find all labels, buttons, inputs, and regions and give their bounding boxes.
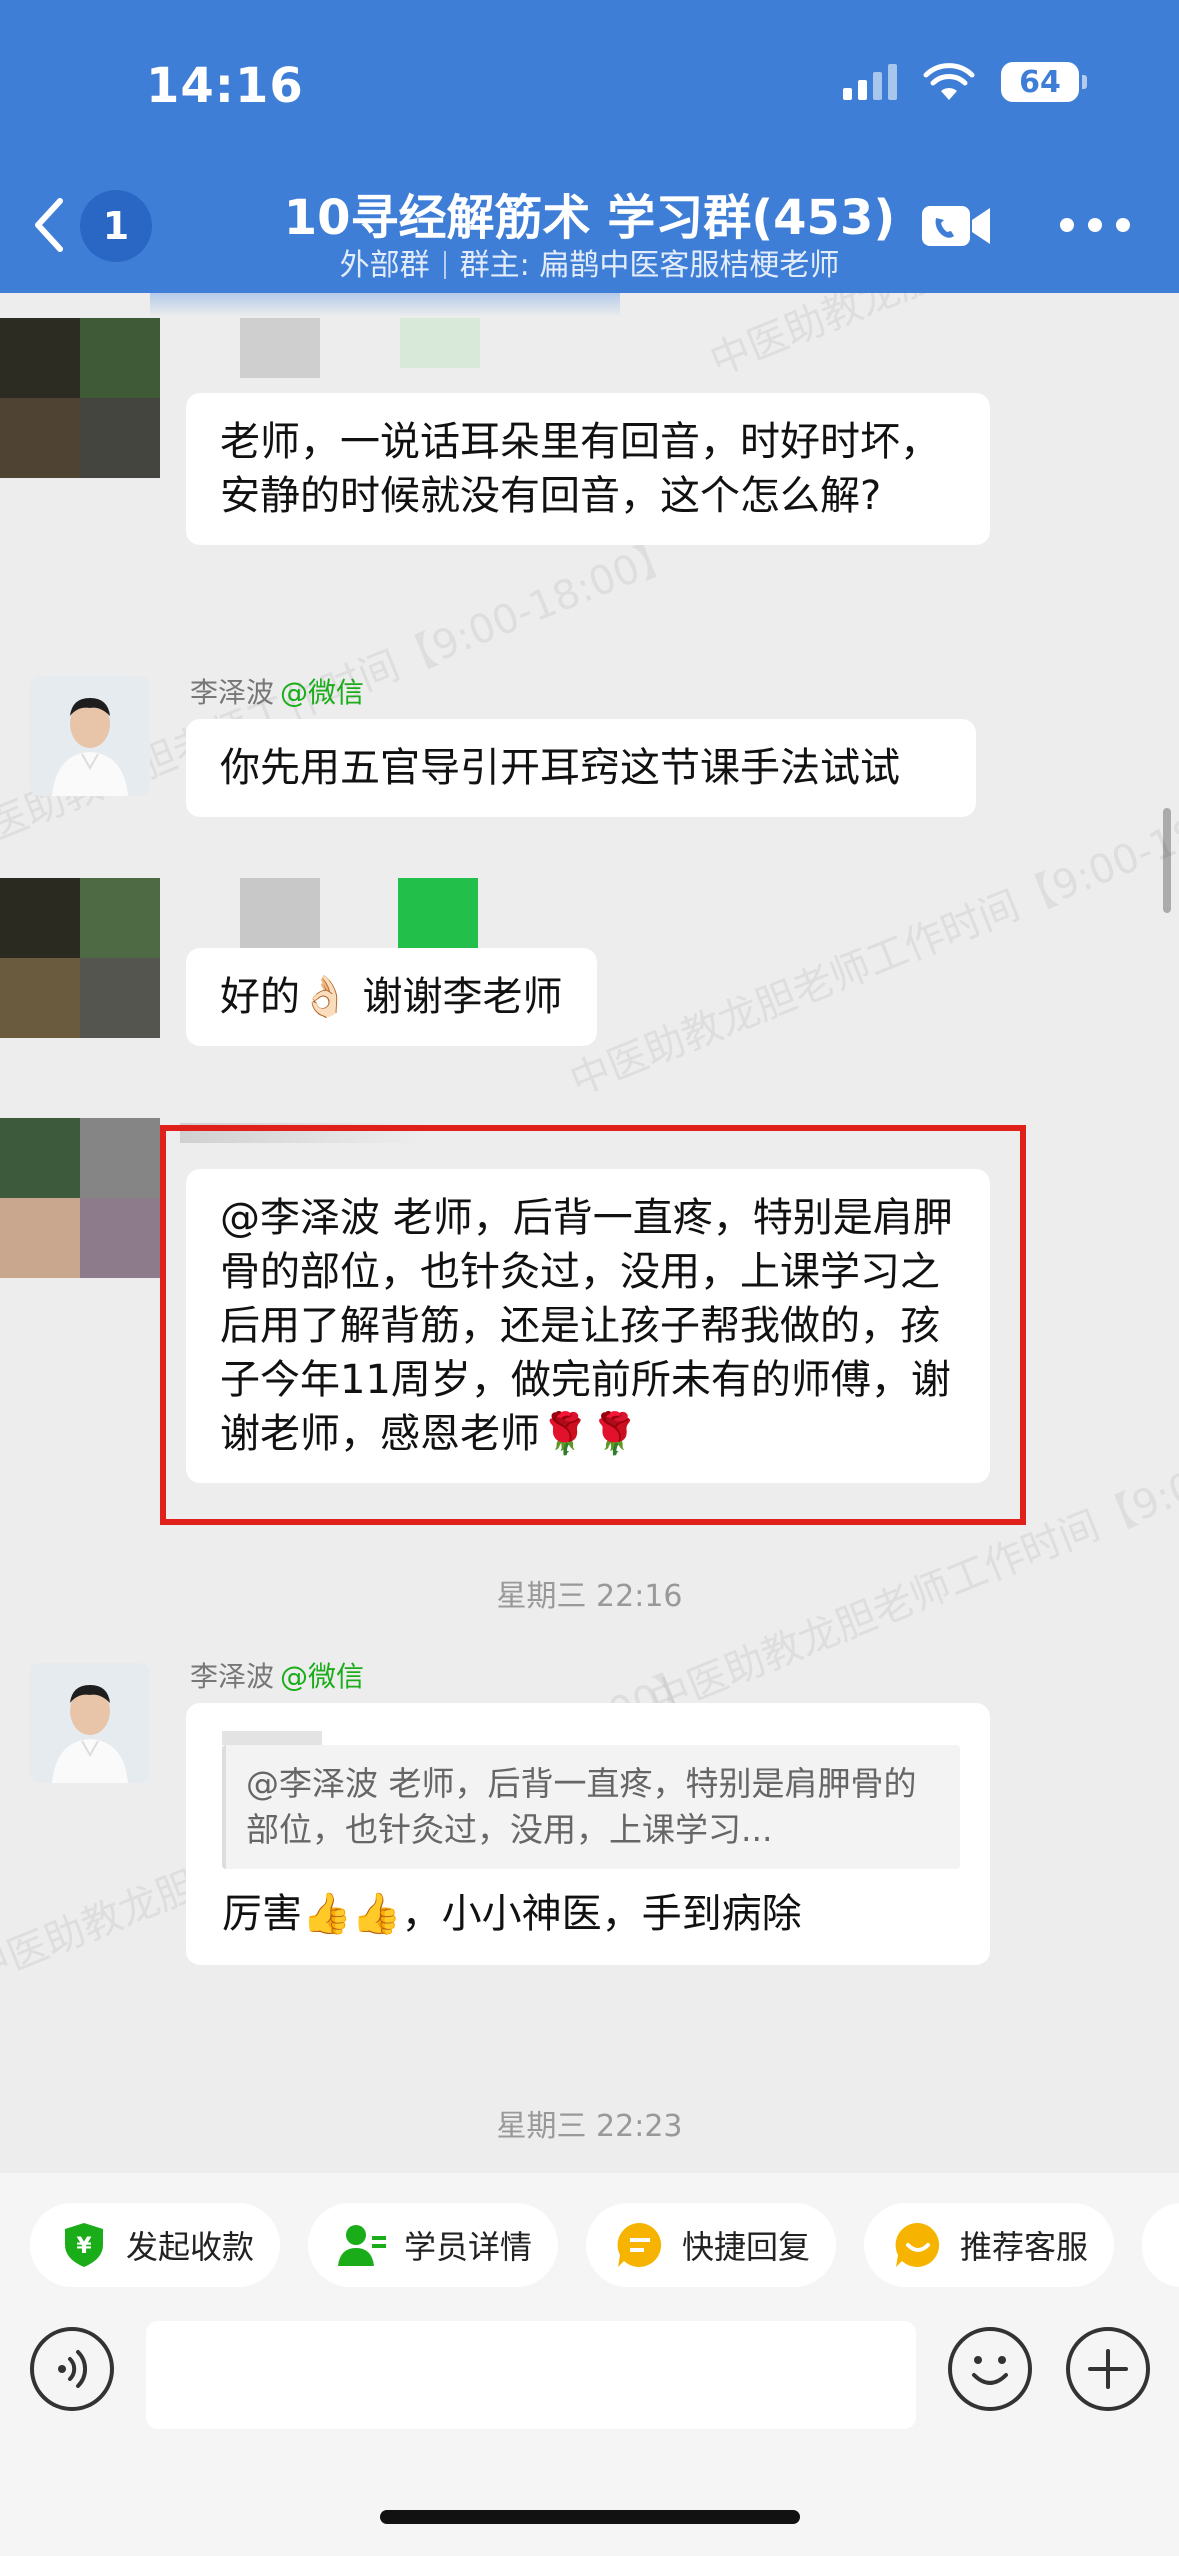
message-bubble[interactable]: 你先用五官导引开耳窍这节课手法试试	[186, 719, 976, 817]
plus-icon	[1088, 2349, 1128, 2389]
sender-name: 李泽波 @微信	[190, 1655, 364, 1695]
group-owner: 群主: 扁鹊中医客服桔梗老师	[459, 248, 840, 283]
subtitle-divider	[443, 251, 446, 279]
svg-text:¥: ¥	[76, 2234, 92, 2259]
sender-name: 李泽波 @微信	[190, 671, 364, 711]
quick-action-bar: ¥ 发起收款 学员详情 快捷回复 推荐客服	[0, 2173, 1179, 2313]
wifi-icon	[923, 63, 975, 100]
chip-label: 快捷回复	[682, 2228, 811, 2266]
message-input[interactable]	[146, 2321, 916, 2429]
group-title[interactable]: 10寻经解筋术 学习群(453)	[0, 178, 1179, 248]
group-subtitle: 外部群 群主: 扁鹊中医客服桔梗老师	[0, 240, 1179, 284]
reply-text: 厉害👍👍，小小神医，手到病除	[222, 1891, 802, 1937]
wechat-tag: @微信	[280, 1660, 365, 1693]
scrollbar[interactable]	[1163, 808, 1171, 913]
status-icons: 64	[843, 62, 1087, 102]
voice-button[interactable]	[30, 2327, 114, 2411]
message-bubble[interactable]: 好的👌🏻 谢谢李老师	[186, 948, 597, 1046]
external-group-tag: 外部群	[339, 248, 430, 283]
user-card-icon	[338, 2221, 386, 2269]
quoted-message[interactable]: @李泽波 老师，后背一直疼，特别是肩胛骨的部位，也针灸过，没用，上课学习...	[222, 1745, 960, 1869]
quick-reply-icon	[616, 2221, 664, 2269]
call-icon[interactable]	[920, 198, 992, 254]
voice-icon	[58, 2350, 88, 2388]
signal-icon	[843, 64, 897, 100]
avatar[interactable]	[30, 676, 150, 796]
avatar[interactable]	[30, 1663, 150, 1783]
message-bubble[interactable]: 老师，一说话耳朵里有回音，时好时坏，安静的时候就没有回音，这个怎么解?	[186, 393, 990, 545]
blurred-area	[150, 293, 620, 317]
emoji-button[interactable]	[948, 2327, 1032, 2411]
payment-shield-icon: ¥	[60, 2221, 108, 2269]
watermark: 中医助教龙胆老师工作时间【9:00-18:00】	[700, 293, 1179, 387]
more-chip[interactable]	[1142, 2203, 1179, 2287]
blurred-name	[222, 1731, 322, 1745]
home-indicator	[380, 2510, 800, 2524]
more-button[interactable]	[1060, 210, 1130, 240]
chip-label: 学员详情	[404, 2228, 533, 2266]
timestamp: 星期三 22:16	[496, 1579, 683, 1614]
blurred-name	[398, 878, 478, 958]
chat-header: 14:16 64 1 10寻经解筋术 学习群(453) 外部群 群主: 扁鹊中医客…	[0, 0, 1179, 293]
dot-icon	[1088, 218, 1102, 232]
dot-icon	[1060, 218, 1074, 232]
battery-icon: 64	[1001, 62, 1087, 102]
chat-area[interactable]: 中医助教龙胆老师工作时间【9:00-18:00】 中医助教龙胆老师工作时间【9:…	[0, 293, 1179, 2173]
blurred-name	[240, 878, 320, 948]
quick-reply-chip[interactable]: 快捷回复	[586, 2203, 837, 2287]
student-details-chip[interactable]: 学员详情	[308, 2203, 559, 2287]
recommend-service-chip[interactable]: 推荐客服	[864, 2203, 1115, 2287]
wechat-tag: @微信	[280, 676, 365, 709]
blurred-name	[240, 318, 320, 378]
person-avatar-icon	[30, 1663, 150, 1783]
chip-label: 推荐客服	[960, 2228, 1089, 2266]
chip-label: 发起收款	[126, 2228, 255, 2266]
plus-button[interactable]	[1066, 2327, 1150, 2411]
dot-icon	[1116, 218, 1130, 232]
blurred-name	[400, 318, 480, 368]
message-bubble[interactable]: @李泽波 老师，后背一直疼，特别是肩胛骨的部位，也针灸过，没用，上课学习之后用了…	[186, 1169, 990, 1483]
emoji-icon	[972, 2356, 1008, 2385]
message-bubble[interactable]: @李泽波 老师，后背一直疼，特别是肩胛骨的部位，也针灸过，没用，上课学习... …	[186, 1703, 990, 1965]
person-avatar-icon	[30, 676, 150, 796]
avatar[interactable]	[0, 1118, 160, 1278]
status-time: 14:16	[146, 58, 304, 114]
timestamp: 星期三 22:23	[496, 2109, 683, 2144]
sender-name-text: 李泽波	[190, 1660, 275, 1693]
avatar[interactable]	[0, 878, 160, 1038]
service-chat-icon	[894, 2221, 942, 2269]
sender-name-text: 李泽波	[190, 676, 275, 709]
avatar[interactable]	[0, 318, 160, 478]
payment-chip[interactable]: ¥ 发起收款	[30, 2203, 281, 2287]
